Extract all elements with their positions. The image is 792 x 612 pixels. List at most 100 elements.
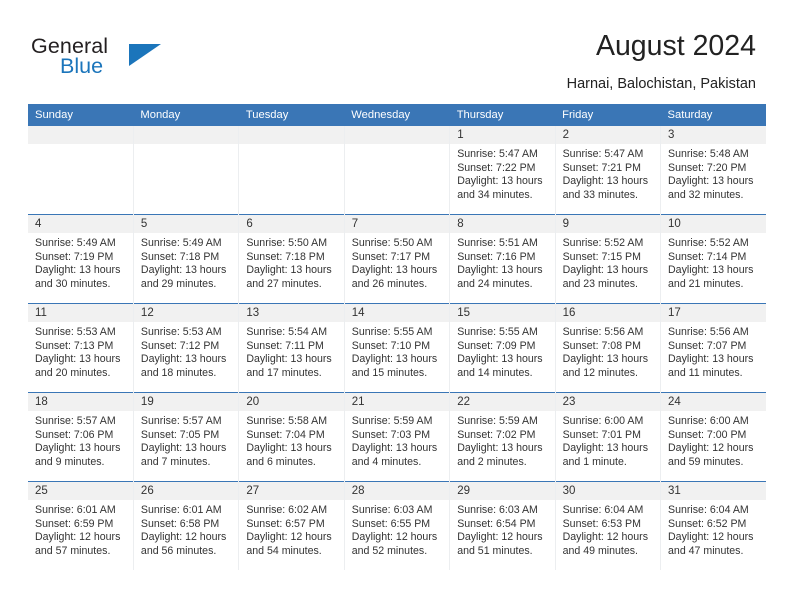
day-number: 14 <box>344 304 450 322</box>
calendar-day-cell[interactable]: 21 Sunrise: 5:59 AM Sunset: 7:03 PM Dayligh… <box>344 392 451 482</box>
daylight-text-line2: and 29 minutes. <box>140 277 217 290</box>
sunset-text: Sunset: 6:57 PM <box>246 517 325 530</box>
calendar-day-cell[interactable]: 28 Sunrise: 6:03 AM Sunset: 6:55 PM Dayligh… <box>344 481 451 570</box>
calendar-day-cell[interactable]: 12 Sunrise: 5:53 AM Sunset: 7:12 PM Dayligh… <box>133 303 240 393</box>
daylight-text-line2: and 15 minutes. <box>351 366 428 379</box>
calendar-day-cell[interactable]: 30 Sunrise: 6:04 AM Sunset: 6:53 PM Dayligh… <box>555 481 662 570</box>
calendar-cell-inner: 11 Sunrise: 5:53 AM Sunset: 7:13 PM Dayligh… <box>28 304 133 392</box>
daylight-text-line1: Daylight: 12 hours <box>140 531 227 543</box>
sunset-text: Sunset: 6:53 PM <box>562 517 641 530</box>
calendar-day-cell[interactable]: 11 Sunrise: 5:53 AM Sunset: 7:13 PM Dayligh… <box>28 303 134 393</box>
sunset-text: Sunset: 7:13 PM <box>35 339 114 352</box>
calendar-day-cell[interactable]: 17 Sunrise: 5:56 AM Sunset: 7:07 PM Dayligh… <box>660 303 766 393</box>
day-number: 16 <box>555 304 661 322</box>
day-details: Sunrise: 5:59 AM Sunset: 7:02 PM Daylight:… <box>450 411 554 469</box>
sunrise-text: Sunrise: 5:57 AM <box>140 415 222 427</box>
calendar-day-cell[interactable]: 10 Sunrise: 5:52 AM Sunset: 7:14 PM Dayligh… <box>660 214 766 304</box>
calendar-day-cell[interactable]: 19 Sunrise: 5:57 AM Sunset: 7:05 PM Dayligh… <box>133 392 240 482</box>
calendar-day-cell[interactable]: 23 Sunrise: 6:00 AM Sunset: 7:01 PM Dayligh… <box>555 392 662 482</box>
calendar-day-cell[interactable]: 26 Sunrise: 6:01 AM Sunset: 6:58 PM Dayligh… <box>133 481 240 570</box>
triangle-icon <box>129 44 161 66</box>
daylight-text-line2: and 9 minutes. <box>35 455 105 468</box>
day-number: 19 <box>133 393 239 411</box>
brand-name-blue: Blue <box>60 54 104 78</box>
weekday-header-friday: Friday <box>555 104 661 126</box>
calendar-day-cell[interactable]: 8 Sunrise: 5:51 AM Sunset: 7:16 PM Daylight… <box>449 214 556 304</box>
daylight-text-line1: Daylight: 13 hours <box>457 353 543 365</box>
calendar-cell-inner: 6 Sunrise: 5:50 AM Sunset: 7:18 PM Daylight… <box>239 215 344 303</box>
calendar-cell-inner: 23 Sunrise: 6:00 AM Sunset: 7:01 PM Dayligh… <box>555 393 661 481</box>
day-number: 23 <box>555 393 661 411</box>
calendar-day-cell[interactable]: 13 Sunrise: 5:54 AM Sunset: 7:11 PM Dayligh… <box>238 303 345 393</box>
day-number: 15 <box>450 304 555 322</box>
calendar-day-cell[interactable]: 24 Sunrise: 6:00 AM Sunset: 7:00 PM Dayligh… <box>660 392 766 482</box>
calendar-day-cell[interactable]: 2 Sunrise: 5:47 AM Sunset: 7:21 PM Daylight… <box>555 126 662 215</box>
calendar-cell-inner: 4 Sunrise: 5:49 AM Sunset: 7:19 PM Daylight… <box>28 215 133 303</box>
daylight-text-line2: and 2 minutes. <box>457 455 527 468</box>
calendar-cell-inner: 20 Sunrise: 5:58 AM Sunset: 7:04 PM Dayligh… <box>239 393 344 481</box>
day-number: 17 <box>661 304 766 322</box>
calendar-day-cell[interactable]: 5 Sunrise: 5:49 AM Sunset: 7:18 PM Daylight… <box>133 214 240 304</box>
calendar-day-cell[interactable]: 1 Sunrise: 5:47 AM Sunset: 7:22 PM Daylight… <box>449 126 556 215</box>
calendar-day-cell[interactable]: 27 Sunrise: 6:02 AM Sunset: 6:57 PM Dayligh… <box>238 481 345 570</box>
calendar-day-cell[interactable]: 4 Sunrise: 5:49 AM Sunset: 7:19 PM Daylight… <box>28 214 134 304</box>
daylight-text-line1: Daylight: 12 hours <box>457 531 543 543</box>
calendar-day-cell[interactable]: 29 Sunrise: 6:03 AM Sunset: 6:54 PM Dayligh… <box>449 481 556 570</box>
calendar-body: 1 Sunrise: 5:47 AM Sunset: 7:22 PM Daylight… <box>28 126 766 570</box>
calendar-day-cell[interactable]: 7 Sunrise: 5:50 AM Sunset: 7:17 PM Daylight… <box>344 214 451 304</box>
calendar-week-row: 25 Sunrise: 6:01 AM Sunset: 6:59 PM Dayligh… <box>28 481 766 570</box>
sunrise-text: Sunrise: 5:52 AM <box>562 237 644 249</box>
day-number: 7 <box>344 215 450 233</box>
daylight-text-line2: and 6 minutes. <box>246 455 316 468</box>
daylight-text-line2: and 12 minutes. <box>562 366 638 379</box>
sunset-text: Sunset: 6:54 PM <box>457 517 536 530</box>
calendar-day-cell[interactable]: 25 Sunrise: 6:01 AM Sunset: 6:59 PM Dayligh… <box>28 481 134 570</box>
calendar-day-cell[interactable]: 15 Sunrise: 5:55 AM Sunset: 7:09 PM Dayligh… <box>449 303 556 393</box>
daylight-text-line2: and 56 minutes. <box>140 544 217 557</box>
sunset-text: Sunset: 7:04 PM <box>246 428 325 441</box>
day-details: Sunrise: 5:55 AM Sunset: 7:09 PM Daylight:… <box>450 322 554 380</box>
calendar-day-cell[interactable]: 3 Sunrise: 5:48 AM Sunset: 7:20 PM Daylight… <box>660 126 766 215</box>
calendar-day-cell[interactable]: 9 Sunrise: 5:52 AM Sunset: 7:15 PM Daylight… <box>555 214 662 304</box>
calendar-cell-inner: 30 Sunrise: 6:04 AM Sunset: 6:53 PM Dayligh… <box>555 482 661 570</box>
daylight-text-line2: and 21 minutes. <box>668 277 744 290</box>
daylight-text-line1: Daylight: 12 hours <box>351 531 438 543</box>
calendar-week-row: 1 Sunrise: 5:47 AM Sunset: 7:22 PM Daylight… <box>28 126 766 215</box>
calendar-day-cell[interactable]: 16 Sunrise: 5:56 AM Sunset: 7:08 PM Dayligh… <box>555 303 662 393</box>
day-details: Sunrise: 5:52 AM Sunset: 7:15 PM Daylight:… <box>556 233 660 291</box>
day-details: Sunrise: 5:52 AM Sunset: 7:14 PM Daylight:… <box>661 233 766 291</box>
day-number: 4 <box>28 215 133 233</box>
calendar-page: General Blue August 2024 Harnai, Balochi… <box>0 0 792 612</box>
calendar-cell-inner <box>239 126 344 214</box>
calendar-cell-empty <box>344 126 451 215</box>
sunset-text: Sunset: 7:01 PM <box>562 428 641 441</box>
brand-logo[interactable]: General Blue <box>31 34 231 86</box>
calendar-cell-inner: 27 Sunrise: 6:02 AM Sunset: 6:57 PM Dayligh… <box>239 482 344 570</box>
sunset-text: Sunset: 7:18 PM <box>246 250 325 263</box>
calendar-cell-inner: 13 Sunrise: 5:54 AM Sunset: 7:11 PM Dayligh… <box>239 304 344 392</box>
calendar-day-cell[interactable]: 18 Sunrise: 5:57 AM Sunset: 7:06 PM Dayligh… <box>28 392 134 482</box>
day-details: Sunrise: 6:03 AM Sunset: 6:54 PM Daylight:… <box>450 500 554 558</box>
day-details: Sunrise: 6:04 AM Sunset: 6:52 PM Daylight:… <box>661 500 766 558</box>
daylight-text-line2: and 11 minutes. <box>668 366 743 379</box>
calendar-cell-inner: 9 Sunrise: 5:52 AM Sunset: 7:15 PM Daylight… <box>555 215 661 303</box>
day-number: 31 <box>661 482 766 500</box>
calendar-day-cell[interactable]: 31 Sunrise: 6:04 AM Sunset: 6:52 PM Dayligh… <box>660 481 766 570</box>
daylight-text-line1: Daylight: 13 hours <box>140 264 227 276</box>
day-details: Sunrise: 5:56 AM Sunset: 7:07 PM Daylight:… <box>661 322 766 380</box>
calendar-day-cell[interactable]: 6 Sunrise: 5:50 AM Sunset: 7:18 PM Daylight… <box>238 214 345 304</box>
daylight-text-line2: and 4 minutes. <box>351 455 422 468</box>
calendar-day-cell[interactable]: 14 Sunrise: 5:55 AM Sunset: 7:10 PM Dayligh… <box>344 303 451 393</box>
page-title: August 2024 <box>595 30 756 62</box>
day-number <box>344 126 450 144</box>
calendar-cell-inner: 26 Sunrise: 6:01 AM Sunset: 6:58 PM Dayligh… <box>133 482 239 570</box>
day-details: Sunrise: 6:04 AM Sunset: 6:53 PM Daylight:… <box>556 500 660 558</box>
sunrise-text: Sunrise: 5:49 AM <box>140 237 222 249</box>
calendar-day-cell[interactable]: 20 Sunrise: 5:58 AM Sunset: 7:04 PM Dayligh… <box>238 392 345 482</box>
day-number: 1 <box>450 126 555 144</box>
day-number <box>28 126 133 144</box>
day-number: 25 <box>28 482 133 500</box>
daylight-text-line2: and 18 minutes. <box>140 366 217 379</box>
daylight-text-line2: and 54 minutes. <box>246 544 322 557</box>
calendar-day-cell[interactable]: 22 Sunrise: 5:59 AM Sunset: 7:02 PM Dayligh… <box>449 392 556 482</box>
